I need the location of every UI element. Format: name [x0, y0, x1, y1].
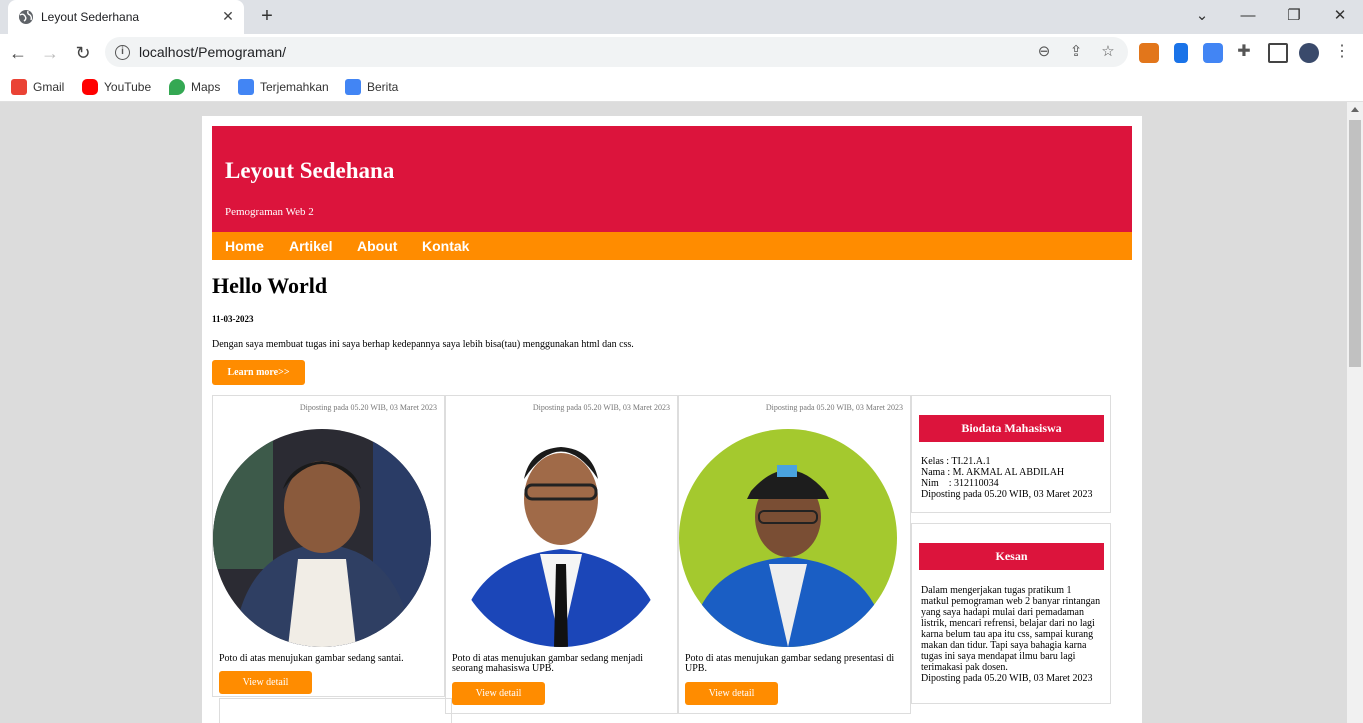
gmail-icon: [11, 79, 27, 95]
bookmark-label: Maps: [191, 80, 221, 94]
side-panel-icon[interactable]: [1268, 43, 1288, 63]
minimize-button[interactable]: —: [1235, 4, 1261, 28]
site-title: Leyout Sedehana: [225, 158, 395, 183]
nav-about[interactable]: About: [357, 238, 397, 254]
kesan-title: Kesan: [919, 543, 1104, 570]
bookmark-label: YouTube: [104, 80, 152, 94]
globe-icon: [19, 10, 33, 24]
kesan-posted: Diposting pada 05.20 WIB, 03 Maret 2023: [921, 673, 1093, 684]
scroll-up-arrow-icon[interactable]: [1351, 107, 1359, 112]
biodata-widget: Biodata Mahasiswa Kelas : TI.21.A.1 Nama…: [911, 395, 1111, 513]
article-card: Diposting pada 05.20 WIB, 03 Maret 2023 …: [678, 395, 911, 714]
scrollbar-thumb[interactable]: [1349, 120, 1361, 367]
menu-dots-icon[interactable]: ⋮: [1333, 43, 1351, 61]
close-tab-icon[interactable]: ✕: [220, 8, 236, 24]
card-photo: [213, 429, 431, 647]
extension-doc-icon[interactable]: [1174, 43, 1188, 63]
card-posted-date: Diposting pada 05.20 WIB, 03 Maret 2023: [532, 403, 670, 412]
learn-more-button[interactable]: Learn more>>: [212, 360, 305, 385]
biodata-body: Kelas : TI.21.A.1 Nama : M. AKMAL AL ABD…: [921, 456, 1107, 500]
nav-artikel[interactable]: Artikel: [289, 238, 333, 254]
card-posted-date: Diposting pada 05.20 WIB, 03 Maret 2023: [299, 403, 437, 412]
content-title: Hello World: [212, 273, 328, 298]
card-caption: Poto di atas menujukan gambar sedang pre…: [685, 653, 895, 674]
browser-tab[interactable]: Leyout Sederhana ✕: [8, 0, 244, 34]
close-window-button[interactable]: ✕: [1327, 4, 1353, 28]
bookmark-maps[interactable]: Maps: [169, 77, 220, 97]
share-icon[interactable]: ⇪: [1067, 43, 1085, 61]
bookmark-label: Berita: [367, 80, 399, 94]
news-icon: [345, 79, 361, 95]
bookmark-label: Terjemahkan: [260, 80, 329, 94]
site-subtitle: Pemograman Web 2: [225, 206, 314, 218]
view-detail-button[interactable]: View detail: [452, 682, 545, 705]
bookmark-gmail[interactable]: Gmail: [11, 77, 64, 97]
site-header: Leyout Sedehana Pemograman Web 2: [212, 126, 1132, 232]
page-container: Leyout Sedehana Pemograman Web 2 Home Ar…: [202, 116, 1142, 723]
back-icon[interactable]: ←: [6, 41, 30, 65]
page-scrollbar[interactable]: [1347, 102, 1363, 723]
translate-icon: [238, 79, 254, 95]
new-tab-button[interactable]: +: [256, 5, 278, 27]
restore-button[interactable]: ❐: [1281, 4, 1307, 28]
metamask-icon[interactable]: [1139, 43, 1159, 63]
extensions-puzzle-icon[interactable]: ✚: [1235, 43, 1253, 61]
biodata-title: Biodata Mahasiswa: [919, 415, 1104, 442]
bookmark-translate[interactable]: Terjemahkan: [238, 77, 329, 97]
bookmark-news[interactable]: Berita: [345, 77, 398, 97]
content-date: 11-03-2023: [212, 314, 254, 324]
nav-kontak[interactable]: Kontak: [422, 238, 469, 254]
reload-icon[interactable]: ↻: [71, 41, 95, 65]
biodata-nim: Nim : 312110034: [921, 478, 999, 489]
maps-icon: [169, 79, 185, 95]
view-detail-button[interactable]: View detail: [219, 671, 312, 694]
biodata-kelas: Kelas : TI.21.A.1: [921, 456, 991, 467]
tab-search-icon[interactable]: ⌄: [1189, 4, 1215, 28]
translate-extension-icon[interactable]: [1203, 43, 1223, 63]
card-caption: Poto di atas menujukan gambar sedang san…: [219, 653, 404, 664]
article-card: Diposting pada 05.20 WIB, 03 Maret 2023 …: [212, 395, 445, 697]
bookmark-star-icon[interactable]: ☆: [1099, 43, 1117, 61]
card-posted-date: Diposting pada 05.20 WIB, 03 Maret 2023: [765, 403, 903, 412]
article-card: Diposting pada 05.20 WIB, 03 Maret 2023 …: [445, 395, 678, 714]
article-card-partial: [219, 698, 452, 723]
youtube-icon: [82, 79, 98, 95]
browser-toolbar: ← → ↻ i localhost/Pemograman/ ⊖ ⇪ ☆ ✚ ⋮: [0, 34, 1363, 72]
site-nav: Home Artikel About Kontak: [212, 232, 1132, 260]
content-text: Dengan saya membuat tugas ini saya berha…: [212, 339, 634, 350]
kesan-body: Dalam mengerjakan tugas pratikum 1 matku…: [921, 585, 1101, 684]
bookmark-label: Gmail: [33, 80, 65, 94]
url-text[interactable]: localhost/Pemograman/: [139, 44, 286, 60]
tab-strip: Leyout Sederhana ✕ + ⌄ — ❐ ✕: [0, 0, 1363, 34]
kesan-text: Dalam mengerjakan tugas pratikum 1 matku…: [921, 585, 1101, 673]
card-photo: [679, 429, 897, 647]
forward-icon[interactable]: →: [38, 41, 62, 65]
view-detail-button[interactable]: View detail: [685, 682, 778, 705]
bookmarks-bar: Gmail YouTube Maps Terjemahkan Berita: [0, 72, 1363, 102]
page-viewport: Leyout Sedehana Pemograman Web 2 Home Ar…: [0, 102, 1347, 723]
kesan-widget: Kesan Dalam mengerjakan tugas pratikum 1…: [911, 523, 1111, 704]
card-caption: Poto di atas menujukan gambar sedang men…: [452, 653, 644, 674]
tab-title: Leyout Sederhana: [41, 10, 140, 24]
card-photo: [452, 429, 670, 647]
profile-avatar[interactable]: [1299, 43, 1319, 63]
biodata-posted: Diposting pada 05.20 WIB, 03 Maret 2023: [921, 489, 1093, 500]
site-info-icon[interactable]: i: [115, 45, 130, 60]
address-bar[interactable]: i localhost/Pemograman/ ⊖ ⇪ ☆: [105, 37, 1128, 67]
nav-home[interactable]: Home: [225, 238, 264, 254]
biodata-nama: Nama : M. AKMAL AL ABDILAH: [921, 467, 1065, 478]
zoom-icon[interactable]: ⊖: [1035, 43, 1053, 61]
bookmark-youtube[interactable]: YouTube: [82, 77, 151, 97]
